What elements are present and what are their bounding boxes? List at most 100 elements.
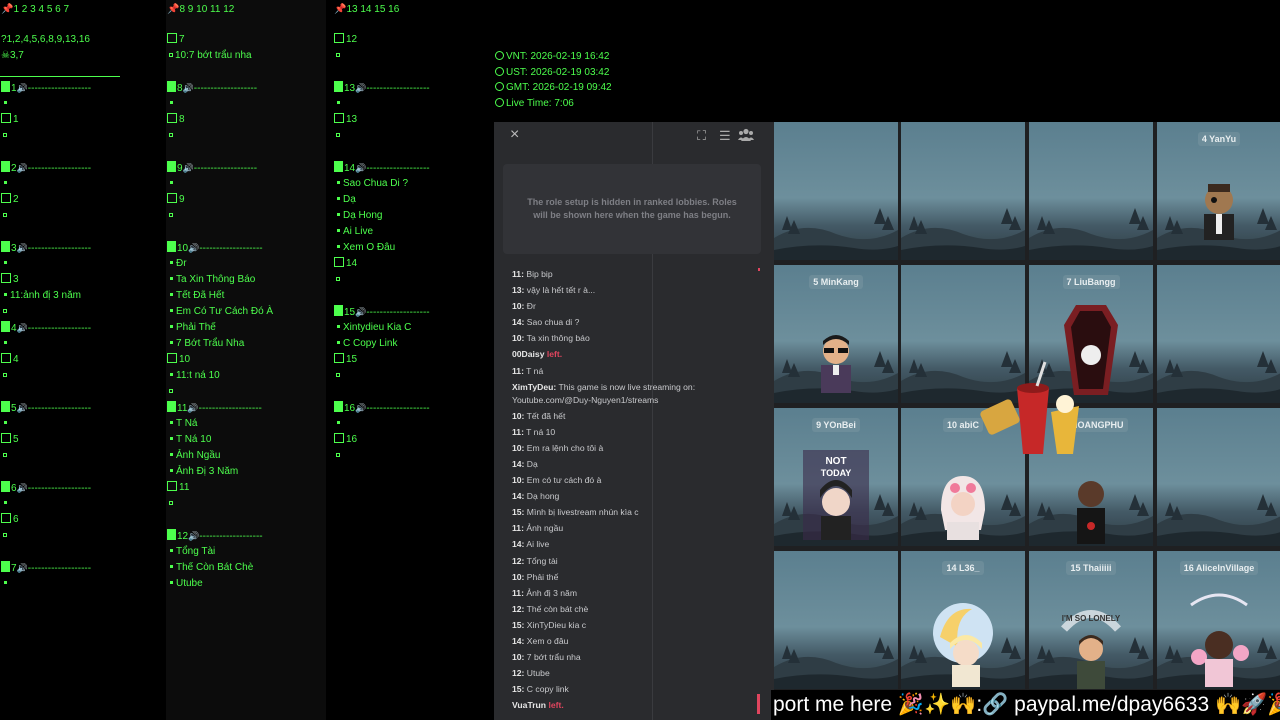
player-tile[interactable]: 5 MinKang — [774, 265, 898, 403]
player-tile[interactable]: 15 Thaiiiii I'M SO LONELY — [1029, 551, 1153, 689]
player-tile[interactable]: 4 YanYu — [1157, 122, 1280, 260]
player-marker-icon — [167, 529, 176, 540]
chat-author: 10: — [512, 442, 525, 453]
pink-hair-avatar — [935, 470, 991, 545]
player-tile[interactable] — [774, 122, 898, 260]
bullet-icon — [3, 213, 7, 217]
speaker-icon: 🔊 — [182, 163, 194, 173]
svg-text:TODAY: TODAY — [821, 468, 852, 478]
sunglasses-avatar — [814, 331, 858, 398]
player-marker-icon — [1, 81, 10, 92]
bullet-icon — [337, 101, 340, 104]
slot-note: Tổng Tài — [167, 544, 215, 560]
player-tile[interactable] — [1157, 265, 1280, 403]
slot-dot — [1, 416, 10, 432]
bullet-icon — [170, 453, 173, 456]
slot-note: Dạ Hong — [334, 208, 382, 224]
player-tile[interactable]: 9 YOnBei NOT TODAY — [774, 408, 898, 546]
player-tile[interactable]: 14 L36_ — [901, 551, 1025, 689]
player-tile[interactable] — [1029, 122, 1153, 260]
slot-note: Phải Thế — [167, 320, 216, 336]
bullet-icon — [3, 133, 7, 137]
chat-scroll-indicator[interactable] — [757, 694, 760, 714]
player-tile[interactable] — [901, 122, 1025, 260]
slot-end-mark — [334, 448, 342, 464]
chat-message: 10: Tết đã hết — [512, 408, 760, 424]
chat-author: 11: — [512, 426, 524, 437]
bullet-icon — [170, 341, 173, 344]
slot-header-15: 15🔊------------------- — [334, 304, 430, 321]
bullet-icon — [169, 501, 173, 505]
clock-icon — [495, 82, 504, 92]
bullet-icon — [4, 501, 7, 504]
bullet-icon — [169, 213, 173, 217]
chat-text: Phải thế — [524, 571, 559, 582]
chat-author: 10: — [512, 652, 525, 663]
slot-dot — [1, 96, 10, 112]
chat-message: 10: Ta xin thông báo — [512, 330, 760, 346]
close-icon[interactable]: × — [510, 126, 519, 144]
chat-text: T ná — [523, 365, 544, 376]
slot-note: 11 — [167, 480, 189, 496]
info-line: 10:7 bớt trẩu nha — [167, 48, 252, 64]
chat-text: Sao chua di ? — [524, 317, 580, 328]
slot-end-mark — [334, 272, 342, 288]
chat-message: 15: XinTyDieu kia c — [512, 617, 760, 633]
svg-text:NOT: NOT — [825, 456, 846, 467]
player-tile[interactable]: 16 AliceInVillage — [1157, 551, 1280, 689]
slot-dot — [167, 96, 176, 112]
slot-note: 13 — [334, 112, 357, 128]
slot-end-mark — [167, 208, 175, 224]
slot-end-mark — [334, 368, 342, 384]
game-side-panel: × ⛶ ☰ The role setup is hidden in ranked… — [494, 122, 774, 720]
clock-line: GMT: 2026-02-19 09:42 — [495, 80, 612, 96]
slot-note: 11:t ná 10 — [167, 368, 220, 384]
bullet-icon — [3, 533, 7, 537]
slot-end-mark — [1, 448, 9, 464]
chat-author: 14: — [512, 635, 525, 646]
chat-message: XimTyDeu: This game is now live streamin… — [512, 379, 760, 408]
chat-message: 15: Mình bị livestream nhún kìa c — [512, 504, 760, 520]
slot-header-2: 2🔊------------------- — [1, 160, 91, 177]
speaker-icon: 🔊 — [355, 403, 367, 413]
info-line: ?1,2,4,5,6,8,9,13,16 — [1, 34, 90, 45]
pin-icon: 📌 — [1, 4, 14, 15]
player-marker-icon — [167, 161, 176, 172]
fullscreen-icon[interactable]: ⛶ — [697, 128, 706, 144]
overlay-column-3: 📌13 14 15 16 12 13🔊------------------- 13 14… — [333, 0, 493, 720]
player-marker-icon — [167, 401, 176, 412]
checkbox-icon — [167, 193, 177, 203]
checkbox-icon — [1, 193, 11, 203]
slot-end-mark — [1, 208, 9, 224]
chat-author: 10: — [512, 333, 525, 344]
bullet-icon — [336, 277, 340, 281]
chat-author: VuaTrun — [512, 700, 547, 711]
menu-icon[interactable]: ☰ — [719, 128, 731, 144]
chat-message: 14: Ai live — [512, 536, 760, 552]
bullet-icon — [337, 245, 340, 248]
chat-author: 10: — [512, 571, 525, 582]
slot-note: 4 — [1, 352, 19, 368]
chat-message: 10: 7 bớt trẩu nha — [512, 649, 760, 665]
player-name-label: 14 L36_ — [901, 558, 1025, 576]
player-tile[interactable] — [774, 551, 898, 689]
player-marker-icon — [1, 481, 10, 492]
chat-text: Xem o đâu — [524, 635, 569, 646]
bullet-icon — [337, 213, 340, 216]
slot-end-mark — [1, 304, 9, 320]
slot-note: Xintydieu Kia C — [334, 320, 411, 336]
chat-author: 12: — [512, 603, 525, 614]
player-tile[interactable] — [1157, 408, 1280, 546]
chat-message: 11: Bip bip — [512, 266, 760, 282]
bullet-icon — [170, 373, 173, 376]
bullet-icon — [170, 549, 173, 552]
players-icon[interactable] — [738, 128, 754, 144]
chat-author: 14: — [512, 539, 525, 550]
slot-header-12: 12🔊------------------- — [167, 528, 263, 545]
checkbox-icon — [167, 353, 177, 363]
chat-message: 12: Utube — [512, 665, 760, 681]
info-line — [334, 48, 342, 64]
lonely-avatar: I'M SO LONELY — [1056, 599, 1126, 689]
chat-text: Đr — [524, 301, 536, 312]
player-marker-icon — [1, 401, 10, 412]
